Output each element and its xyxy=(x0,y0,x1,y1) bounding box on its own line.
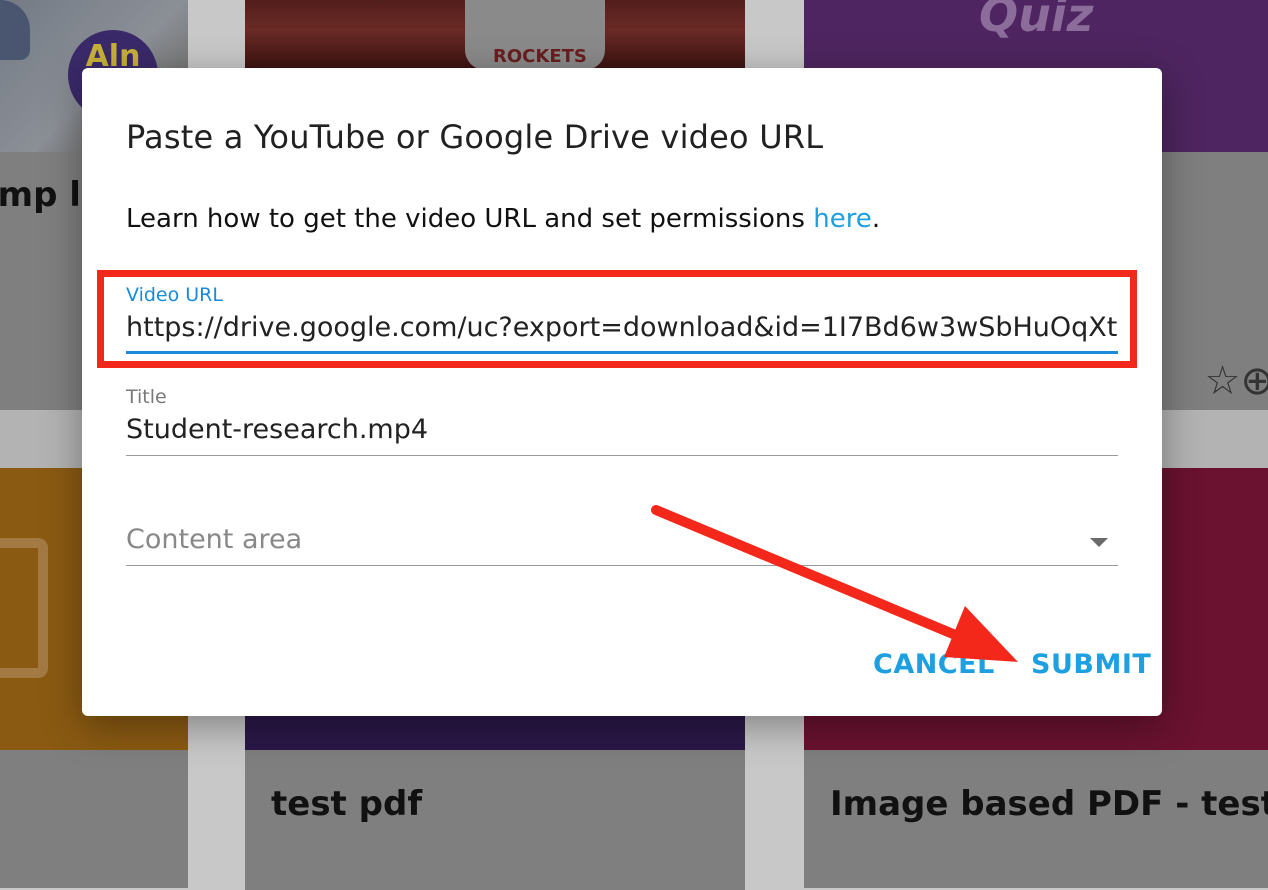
content-card: test pdf xyxy=(245,700,745,890)
content-card: ROCKETS xyxy=(245,0,745,70)
dropdown-arrow-icon[interactable] xyxy=(1090,538,1108,547)
submit-button[interactable]: SUBMIT xyxy=(1025,648,1157,681)
help-text-prefix: Learn how to get the video URL and set p… xyxy=(126,204,814,234)
card-title: test pdf xyxy=(271,784,423,824)
title-field: Title Student-research.mp4 xyxy=(126,386,1118,456)
card-thumbnail: ROCKETS xyxy=(245,0,745,70)
cancel-button[interactable]: CANCEL xyxy=(867,648,1001,681)
car-image xyxy=(0,0,30,60)
document-icon xyxy=(0,538,48,678)
content-area-select[interactable]: Content area xyxy=(126,518,1118,566)
video-url-label: Video URL xyxy=(126,284,223,306)
help-text: Learn how to get the video URL and set p… xyxy=(126,204,880,234)
help-text-suffix: . xyxy=(871,204,881,234)
title-input[interactable]: Student-research.mp4 xyxy=(126,408,1118,456)
dialog-title: Paste a YouTube or Google Drive video UR… xyxy=(126,118,824,156)
video-url-input[interactable]: https://drive.google.com/uc?export=downl… xyxy=(126,306,1118,354)
content-area-placeholder: Content area xyxy=(126,524,303,555)
video-url-field: Video URL https://drive.google.com/uc?ex… xyxy=(126,284,1118,354)
content-area-field[interactable]: Content area xyxy=(126,518,1118,566)
quiz-thumbnail-text: Quiz xyxy=(979,0,1094,42)
help-link[interactable]: here xyxy=(813,204,872,234)
title-label: Title xyxy=(126,386,167,408)
card-actions: ☆⊕ xyxy=(1204,358,1268,404)
jersey-text: ROCKETS xyxy=(493,46,587,67)
card-title: imp l xyxy=(0,175,81,215)
card-title: Image based PDF - test xyxy=(830,784,1268,824)
video-url-dialog: Paste a YouTube or Google Drive video UR… xyxy=(82,68,1162,716)
